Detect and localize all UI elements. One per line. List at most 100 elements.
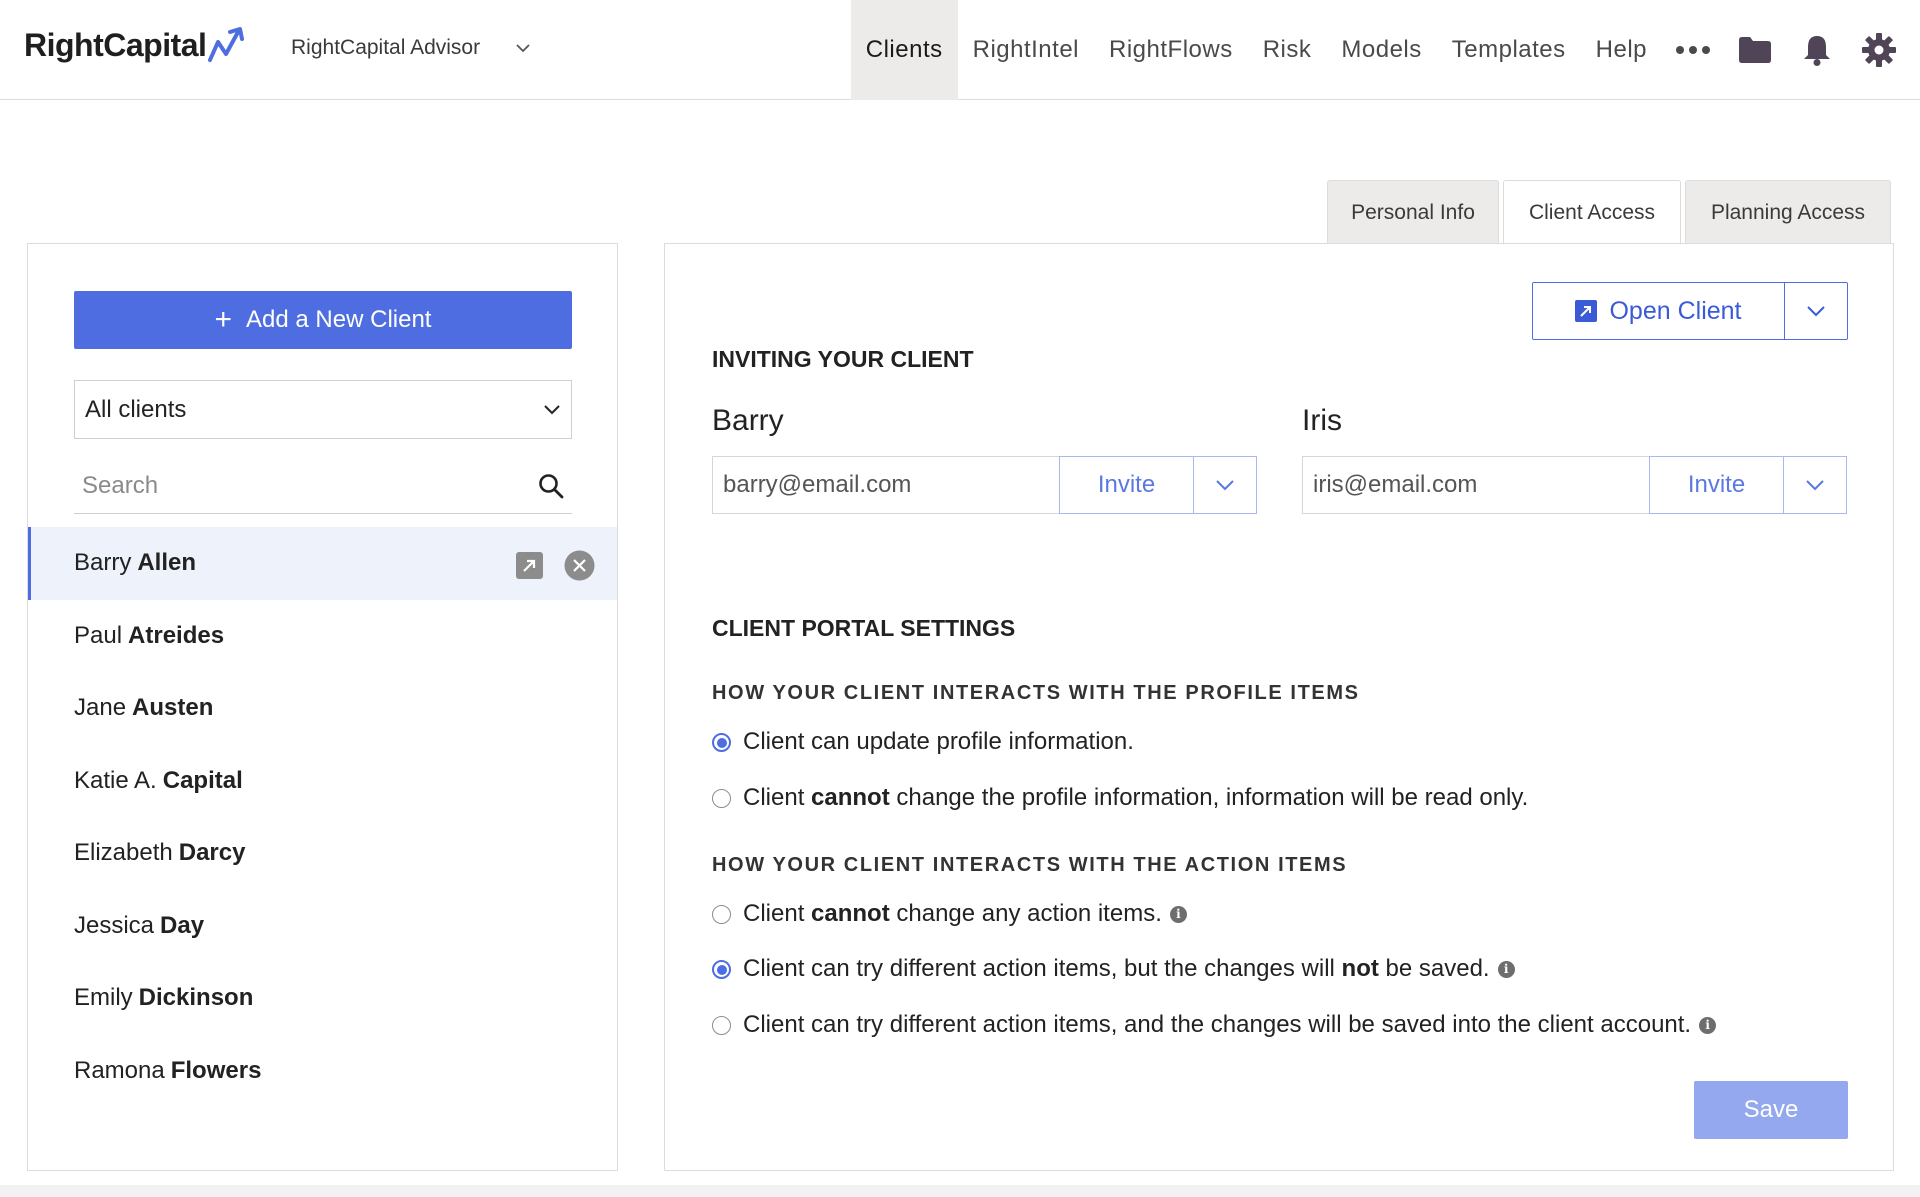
folder-icon[interactable] bbox=[1724, 0, 1786, 100]
open-client-label: Open Client bbox=[1609, 296, 1742, 325]
client-search-input[interactable]: Search bbox=[74, 458, 572, 514]
action-option-saved[interactable]: Client can try different action items, a… bbox=[712, 1011, 1717, 1039]
top-navigation-bar: RightCapital RightCapital Advisor Client… bbox=[0, 0, 1920, 100]
option-label: Client can try different action items, b… bbox=[743, 955, 1490, 982]
client-filter-value: All clients bbox=[85, 395, 187, 423]
nav-rightintel[interactable]: RightIntel bbox=[958, 0, 1094, 100]
action-items-heading: HOW YOUR CLIENT INTERACTS WITH THE ACTIO… bbox=[712, 854, 1348, 876]
client-row-emily-dickinson[interactable]: Emily Dickinson bbox=[28, 962, 617, 1035]
action-option-cannot-change[interactable]: Client cannot change any action items. i bbox=[712, 900, 1187, 928]
nav-rightflows[interactable]: RightFlows bbox=[1094, 0, 1248, 100]
radio-button[interactable] bbox=[712, 1015, 731, 1035]
client-last-name: Austen bbox=[132, 694, 214, 722]
client-first-name: Jessica bbox=[74, 911, 155, 939]
invite-button-iris[interactable]: Invite bbox=[1649, 456, 1784, 514]
radio-button[interactable] bbox=[712, 959, 731, 979]
action-option-not-saved[interactable]: Client can try different action items, b… bbox=[712, 955, 1515, 983]
option-label: Client can update profile information. bbox=[743, 728, 1134, 755]
chevron-down-icon bbox=[1806, 480, 1824, 491]
client-row-paul-atreides[interactable]: Paul Atreides bbox=[28, 600, 617, 673]
profile-option-read-only[interactable]: Client cannot change the profile informa… bbox=[712, 784, 1528, 812]
client-first-name: Jane bbox=[74, 694, 127, 722]
nav-help[interactable]: Help bbox=[1581, 0, 1662, 100]
client-row-katie-capital[interactable]: Katie A. Capital bbox=[28, 745, 617, 818]
client-row-jessica-day[interactable]: Jessica Day bbox=[28, 890, 617, 963]
nav-models[interactable]: Models bbox=[1326, 0, 1436, 100]
open-external-icon bbox=[1575, 300, 1598, 322]
info-icon[interactable]: i bbox=[1497, 960, 1515, 978]
client-last-name: Day bbox=[160, 911, 205, 939]
client-last-name: Dickinson bbox=[138, 984, 254, 1012]
nav-clients[interactable]: Clients bbox=[850, 0, 958, 100]
portal-settings-heading: CLIENT PORTAL SETTINGS bbox=[712, 615, 1016, 641]
plus-icon: + bbox=[214, 303, 233, 336]
client-row-ramona-flowers[interactable]: Ramona Flowers bbox=[28, 1035, 617, 1108]
client-list: Barry Allen Paul Atreides Jane Austen Ka… bbox=[28, 527, 617, 1107]
profile-option-update[interactable]: Client can update profile information. bbox=[712, 728, 1134, 756]
invite-dropdown-barry[interactable] bbox=[1194, 456, 1257, 514]
radio-button[interactable] bbox=[712, 788, 731, 808]
more-icon[interactable] bbox=[1662, 0, 1724, 100]
invitee-name-barry: Barry bbox=[712, 404, 784, 437]
gear-icon[interactable] bbox=[1848, 0, 1910, 100]
client-row-barry-allen[interactable]: Barry Allen bbox=[28, 527, 617, 600]
open-client-split-button: Open Client bbox=[1532, 282, 1848, 340]
option-label: Client can try different action items, a… bbox=[743, 1011, 1692, 1038]
chevron-down-icon bbox=[544, 404, 560, 414]
client-last-name: Flowers bbox=[170, 1056, 262, 1084]
client-filter-select[interactable]: All clients bbox=[74, 380, 572, 439]
add-new-client-label: Add a New Client bbox=[246, 306, 432, 333]
client-last-name: Capital bbox=[162, 766, 243, 794]
client-list-panel: + Add a New Client All clients Search Ba… bbox=[27, 243, 618, 1171]
client-detail-tabs: Personal Info Client Access Planning Acc… bbox=[1327, 180, 1895, 245]
option-label: Client cannot change the profile informa… bbox=[743, 784, 1529, 811]
client-first-name: Elizabeth bbox=[74, 839, 173, 867]
client-last-name: Atreides bbox=[128, 621, 225, 649]
radio-button[interactable] bbox=[712, 732, 731, 752]
chevron-down-icon bbox=[1216, 480, 1234, 491]
client-first-name: Paul bbox=[74, 621, 123, 649]
invite-dropdown-iris[interactable] bbox=[1784, 456, 1847, 514]
save-button[interactable]: Save bbox=[1694, 1081, 1848, 1139]
radio-button[interactable] bbox=[712, 904, 731, 924]
client-row-jane-austen[interactable]: Jane Austen bbox=[28, 672, 617, 745]
page-footer-strip bbox=[0, 1185, 1920, 1197]
bell-icon[interactable] bbox=[1786, 0, 1848, 100]
email-field-barry[interactable]: barry@email.com bbox=[713, 457, 1059, 513]
client-last-name: Allen bbox=[137, 549, 197, 577]
option-label: Client cannot change any action items. bbox=[743, 900, 1162, 927]
info-icon[interactable]: i bbox=[1699, 1016, 1717, 1034]
client-first-name: Barry bbox=[74, 549, 132, 577]
open-external-icon[interactable] bbox=[516, 552, 543, 579]
email-field-iris[interactable]: iris@email.com bbox=[1303, 457, 1649, 513]
workspace-switcher[interactable]: RightCapital Advisor bbox=[291, 36, 530, 60]
info-icon[interactable]: i bbox=[1169, 905, 1187, 923]
add-new-client-button[interactable]: + Add a New Client bbox=[74, 291, 572, 349]
profile-items-heading: HOW YOUR CLIENT INTERACTS WITH THE PROFI… bbox=[712, 682, 1360, 704]
rightcapital-logo[interactable]: RightCapital bbox=[24, 26, 250, 64]
chevron-down-icon bbox=[516, 44, 530, 53]
tab-planning-access[interactable]: Planning Access bbox=[1685, 180, 1891, 244]
workspace-label: RightCapital Advisor bbox=[291, 36, 481, 59]
invite-button-barry[interactable]: Invite bbox=[1059, 456, 1194, 514]
nav-risk[interactable]: Risk bbox=[1248, 0, 1327, 100]
client-first-name: Emily bbox=[74, 984, 133, 1012]
tab-personal-info[interactable]: Personal Info bbox=[1327, 180, 1499, 244]
open-client-dropdown-button[interactable] bbox=[1785, 283, 1847, 339]
search-placeholder: Search bbox=[82, 471, 159, 499]
remove-client-icon[interactable] bbox=[564, 550, 595, 581]
invite-group-iris: iris@email.com Invite bbox=[1302, 456, 1847, 514]
invitee-name-iris: Iris bbox=[1302, 404, 1342, 437]
nav-templates[interactable]: Templates bbox=[1437, 0, 1581, 100]
client-access-panel: Open Client INVITING YOUR CLIENT Barry b… bbox=[664, 243, 1894, 1171]
client-row-elizabeth-darcy[interactable]: Elizabeth Darcy bbox=[28, 817, 617, 890]
client-first-name: Ramona bbox=[74, 1056, 165, 1084]
chevron-down-icon bbox=[1807, 306, 1825, 317]
search-icon[interactable] bbox=[538, 473, 564, 499]
inviting-heading: INVITING YOUR CLIENT bbox=[712, 346, 974, 372]
open-client-button[interactable]: Open Client bbox=[1533, 283, 1785, 339]
invite-group-barry: barry@email.com Invite bbox=[712, 456, 1257, 514]
logo-arrow-icon bbox=[208, 27, 245, 62]
tab-client-access[interactable]: Client Access bbox=[1503, 180, 1681, 245]
main-nav: Clients RightIntel RightFlows Risk Model… bbox=[850, 0, 1920, 100]
